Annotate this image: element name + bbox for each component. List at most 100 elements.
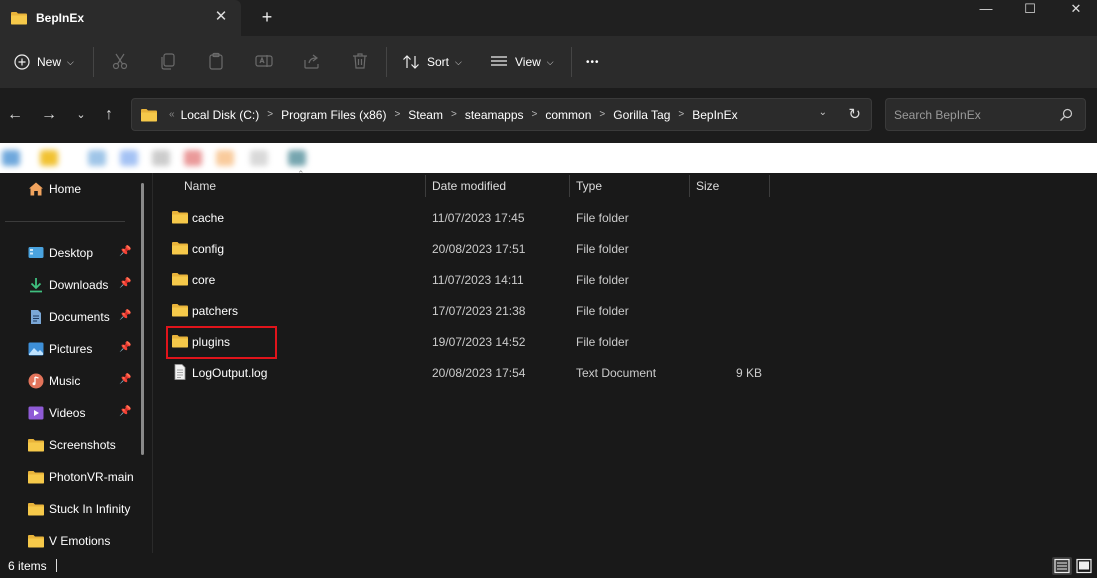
sort-button[interactable]: Sort ⌵ [402, 49, 462, 75]
crumb-bepinex[interactable]: BepInEx [692, 108, 737, 122]
sidebar-scrollbar[interactable] [141, 183, 144, 455]
highlight-annotation [166, 326, 277, 359]
column-header-name[interactable]: Name [184, 173, 216, 199]
crumb-separator-icon[interactable]: > [451, 109, 457, 120]
copy-icon[interactable] [158, 51, 178, 71]
up-arrow-icon[interactable]: ↑ [98, 105, 120, 125]
file-row-core[interactable]: core 11/07/2023 14:11 File folder [165, 265, 1085, 293]
redacted-strip [0, 143, 1097, 173]
cut-icon[interactable] [110, 51, 130, 71]
pin-icon[interactable]: 📌 [119, 406, 131, 417]
recent-chevron-icon[interactable]: ⌄ [70, 105, 92, 125]
sidebar-item-v-emotions[interactable]: V Emotions [0, 526, 140, 556]
crumb-common[interactable]: common [545, 108, 591, 122]
pin-icon[interactable]: 📌 [119, 310, 131, 321]
address-bar[interactable]: « Local Disk (C:) > Program Files (x86) … [131, 98, 872, 131]
divider [571, 47, 572, 77]
paste-icon[interactable] [206, 51, 226, 71]
column-separator[interactable] [569, 175, 570, 197]
forward-arrow-icon[interactable]: → [38, 105, 60, 125]
file-row-cache[interactable]: cache 11/07/2023 17:45 File folder [165, 203, 1085, 231]
column-header-size[interactable]: Size [696, 173, 719, 199]
divider [93, 47, 94, 77]
more-options-button[interactable]: ••• [586, 49, 600, 75]
sidebar-item-label: Music [49, 374, 81, 388]
sidebar-item-music[interactable]: Music 📌 [0, 366, 140, 396]
file-row-plugins[interactable]: plugins 19/07/2023 14:52 File folder [165, 327, 1085, 355]
pin-icon[interactable]: 📌 [119, 246, 131, 257]
sidebar-item-screenshots[interactable]: Screenshots [0, 430, 140, 460]
overflow-chevron-icon[interactable]: « [169, 109, 175, 120]
sidebar-item-label: Stuck In Infinity [49, 502, 131, 516]
sidebar-item-pictures[interactable]: Pictures 📌 [0, 334, 140, 364]
close-tab-icon[interactable]: ✕ [213, 9, 229, 25]
column-size-label: Size [696, 179, 720, 193]
sidebar-item-photonvr-main[interactable]: PhotonVR-main [0, 462, 140, 492]
crumb-gorilla-tag[interactable]: Gorilla Tag [613, 108, 670, 122]
pin-icon[interactable]: 📌 [119, 374, 131, 385]
details-view-icon [1054, 558, 1070, 574]
crumb-steam[interactable]: Steam [408, 108, 443, 122]
folder-icon [11, 12, 27, 25]
folder-icon [172, 304, 188, 317]
tab-bepinex[interactable]: BepInEx ✕ [0, 0, 241, 36]
back-arrow-icon[interactable]: ← [4, 105, 26, 125]
crumb-program-files[interactable]: Program Files (x86) [281, 108, 386, 122]
search-input[interactable] [894, 106, 1054, 124]
file-type: File folder [576, 304, 629, 318]
status-bar: 6 items [0, 553, 1097, 578]
column-name-label: Name [184, 179, 217, 193]
maximize-button[interactable]: ☐ [1007, 0, 1053, 20]
column-header-type[interactable]: Type [576, 173, 602, 199]
crumb-separator-icon[interactable]: > [394, 109, 400, 120]
column-separator[interactable] [689, 175, 690, 197]
minimize-button[interactable]: — [963, 0, 1009, 20]
crumb-separator-icon[interactable]: > [532, 109, 538, 120]
view-button[interactable]: View ⌵ [490, 49, 554, 75]
file-date: 11/07/2023 14:11 [432, 273, 524, 287]
file-date: 20/08/2023 17:54 [432, 366, 526, 380]
crumb-separator-icon[interactable]: > [599, 109, 605, 120]
share-icon[interactable] [302, 51, 322, 71]
crumb-local-disk[interactable]: Local Disk (C:) [181, 108, 260, 122]
address-row: ← → ⌄ ↑ « Local Disk (C:) > Program File… [0, 88, 1097, 143]
column-type-label: Type [576, 179, 603, 193]
pin-icon[interactable]: 📌 [119, 278, 131, 289]
sidebar-item-home[interactable]: Home [0, 174, 140, 204]
file-name: config [192, 242, 225, 256]
address-dropdown-icon[interactable]: ⌄ [819, 107, 827, 118]
column-date-label: Date modified [432, 179, 507, 193]
file-row-config[interactable]: config 20/08/2023 17:51 File folder [165, 234, 1085, 262]
search-box[interactable] [885, 98, 1086, 131]
tiles-view-button[interactable] [1074, 557, 1094, 575]
column-separator[interactable] [769, 175, 770, 197]
new-button[interactable]: New ⌵ [14, 49, 74, 75]
crumb-separator-icon[interactable]: > [678, 109, 684, 120]
chevron-down-icon: ⌵ [455, 56, 462, 67]
item-count: 6 items [8, 559, 47, 573]
crumb-separator-icon[interactable]: > [267, 109, 273, 120]
sidebar-item-videos[interactable]: Videos 📌 [0, 398, 140, 428]
column-header-date[interactable]: Date modified [432, 173, 506, 199]
delete-icon[interactable] [350, 51, 370, 71]
rename-icon[interactable] [254, 51, 274, 71]
sidebar-item-desktop[interactable]: Desktop 📌 [0, 238, 140, 268]
sidebar-item-label: Pictures [49, 342, 93, 356]
column-separator[interactable] [425, 175, 426, 197]
search-icon[interactable] [1059, 108, 1073, 122]
tiles-view-icon [1076, 558, 1092, 574]
new-tab-button[interactable]: + [258, 7, 276, 27]
refresh-icon[interactable]: ↻ [848, 105, 861, 123]
crumb-steamapps[interactable]: steamapps [465, 108, 524, 122]
sidebar-item-label: Screenshots [49, 438, 116, 452]
sidebar-item-downloads[interactable]: Downloads 📌 [0, 270, 140, 300]
close-window-button[interactable]: ✕ [1053, 0, 1097, 20]
sidebar-item-documents[interactable]: Documents 📌 [0, 302, 140, 332]
sidebar-item-stuck-in-infinity[interactable]: Stuck In Infinity [0, 494, 140, 524]
sort-ascending-icon: ⌃ [297, 169, 305, 179]
file-row-patchers[interactable]: patchers 17/07/2023 21:38 File folder [165, 296, 1085, 324]
pin-icon[interactable]: 📌 [119, 342, 131, 353]
folder-icon [141, 108, 157, 121]
file-row-logoutput[interactable]: LogOutput.log 20/08/2023 17:54 Text Docu… [165, 358, 1085, 386]
details-view-button[interactable] [1052, 557, 1072, 575]
